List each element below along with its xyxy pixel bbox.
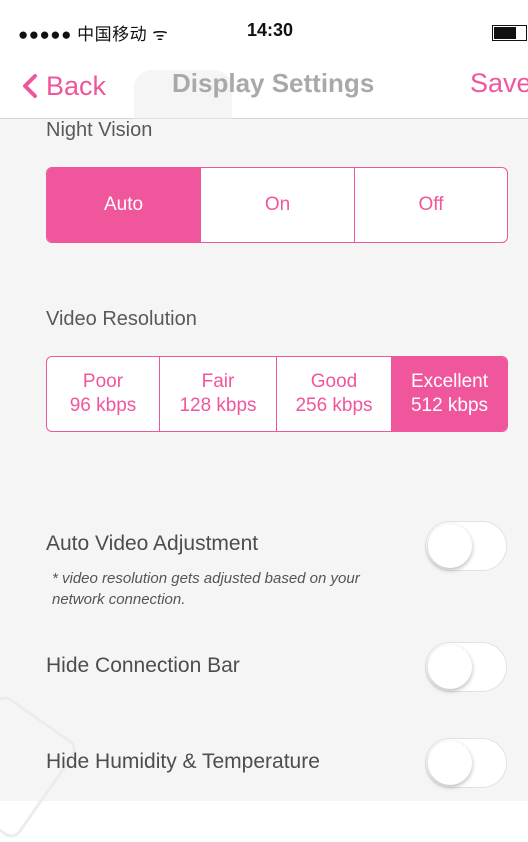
save-button[interactable]: Save (470, 68, 528, 99)
night-vision-option-on[interactable]: On (200, 168, 354, 242)
resolution-rate: 512 kbps (410, 395, 489, 416)
resolution-name: Fair (201, 371, 235, 392)
resolution-option-fair[interactable]: Fair 128 kbps (159, 357, 276, 431)
back-button[interactable]: Back (22, 66, 106, 106)
resolution-option-excellent[interactable]: Excellent 512 kbps (391, 357, 507, 431)
resolution-option-poor[interactable]: Poor 96 kbps (47, 357, 159, 431)
resolution-name: Excellent (410, 371, 489, 392)
resolution-option-good[interactable]: Good 256 kbps (276, 357, 391, 431)
chevron-left-icon (23, 74, 37, 98)
page-title: Display Settings (172, 68, 375, 98)
navigation-bar: Back Display Settings Save (0, 58, 528, 168)
carrier-signal: ●●●●● 中国移动 ᯤ (18, 25, 169, 44)
status-time: 14:30 (247, 20, 294, 40)
auto-video-adjustment-note: * video resolution gets adjusted based o… (52, 570, 360, 608)
video-resolution-segmented-control: Poor 96 kbps Fair 128 kbps Good 256 kbps… (46, 356, 508, 432)
resolution-rate: 96 kbps (69, 395, 137, 416)
night-vision-option-off[interactable]: Off (354, 168, 507, 242)
resolution-rate: 256 kbps (295, 395, 373, 416)
hide-humidity-temperature-label: Hide Humidity & Temperature (46, 750, 320, 773)
toggle-knob (428, 645, 472, 689)
status-bar: ●●●●● 中国移动 ᯤ 14:30 (0, 0, 528, 58)
toggle-knob (428, 741, 472, 785)
hide-connection-bar-toggle[interactable] (425, 642, 507, 692)
back-label: Back (46, 70, 107, 101)
resolution-name: Poor (82, 371, 124, 392)
night-vision-option-auto[interactable]: Auto (47, 168, 200, 242)
battery-icon (492, 25, 527, 41)
night-vision-label: Night Vision (46, 119, 153, 141)
auto-video-adjustment-label: Auto Video Adjustment (46, 532, 259, 555)
video-resolution-label: Video Resolution (46, 308, 197, 330)
hide-connection-bar-label: Hide Connection Bar (46, 654, 240, 677)
auto-video-adjustment-toggle[interactable] (425, 521, 507, 571)
toggle-knob (428, 524, 472, 568)
resolution-name: Good (310, 371, 358, 392)
hide-humidity-temperature-toggle[interactable] (425, 738, 507, 788)
night-vision-segmented-control: Auto On Off (46, 167, 508, 243)
settings-content: Night Vision Auto On Off Video Resolutio… (0, 119, 528, 842)
resolution-rate: 128 kbps (179, 395, 257, 416)
